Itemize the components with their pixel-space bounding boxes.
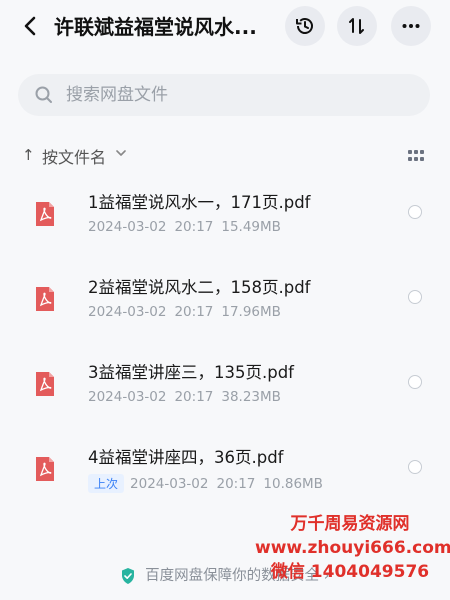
select-radio[interactable] bbox=[408, 205, 422, 219]
history-icon bbox=[296, 18, 313, 34]
sort-toggle-button[interactable] bbox=[337, 6, 377, 46]
file-name: 3益福堂讲座三，135页.pdf bbox=[88, 363, 294, 382]
search-icon bbox=[35, 86, 52, 103]
watermark: 万千周易资源网 www.zhouyi666.com 微信 1404049576 bbox=[255, 512, 450, 584]
grid-view-icon[interactable] bbox=[408, 150, 424, 162]
file-time: 20:17 bbox=[216, 476, 256, 492]
file-size: 10.86MB bbox=[263, 476, 323, 492]
more-button[interactable] bbox=[391, 6, 431, 46]
file-date: 2024-03-02 bbox=[88, 304, 167, 320]
sort-arrow-icon[interactable]: ↑ bbox=[22, 146, 35, 164]
watermark-line: 万千周易资源网 bbox=[290, 514, 410, 534]
file-row[interactable]: 4益福堂讲座四，36页.pdf 上次 2024-03-02 20:17 10.86MB bbox=[0, 427, 450, 512]
pdf-file-icon bbox=[36, 287, 54, 311]
top-bar: 许联斌益福堂说风水... bbox=[0, 0, 450, 54]
watermark-line: www.zhouyi666.com bbox=[255, 538, 450, 558]
file-row[interactable]: 2益福堂说风水二，158页.pdf 2024-03-02 20:17 17.96MB bbox=[0, 257, 450, 342]
select-radio[interactable] bbox=[408, 375, 422, 389]
file-meta: 2024-03-02 20:17 38.23MB bbox=[88, 389, 281, 405]
pdf-file-icon bbox=[36, 202, 54, 226]
file-row[interactable]: 1益福堂说风水一，171页.pdf 2024-03-02 20:17 15.49MB bbox=[0, 172, 450, 257]
file-list: 1益福堂说风水一，171页.pdf 2024-03-02 20:17 15.49MB… bbox=[0, 172, 450, 512]
file-size: 15.49MB bbox=[221, 219, 281, 235]
file-size: 38.23MB bbox=[221, 389, 281, 405]
file-time: 20:17 bbox=[174, 304, 214, 320]
select-radio[interactable] bbox=[408, 290, 422, 304]
chevron-left-icon[interactable] bbox=[18, 13, 44, 39]
shield-icon bbox=[122, 568, 135, 584]
last-opened-badge: 上次 bbox=[88, 474, 125, 493]
page-title: 许联斌益福堂说风水... bbox=[54, 15, 257, 39]
file-name: 1益福堂说风水一，171页.pdf bbox=[88, 193, 311, 212]
watermark-line: 微信 1404049576 bbox=[270, 562, 430, 582]
file-date: 2024-03-02 bbox=[88, 389, 167, 405]
chevron-down-icon[interactable] bbox=[116, 149, 126, 157]
file-name: 2益福堂说风水二，158页.pdf bbox=[88, 278, 311, 297]
file-date: 2024-03-02 bbox=[88, 219, 167, 235]
more-horizontal-icon bbox=[402, 24, 420, 28]
file-name: 4益福堂讲座四，36页.pdf bbox=[88, 448, 284, 467]
search-placeholder: 搜索网盘文件 bbox=[66, 85, 168, 105]
file-meta: 2024-03-02 20:17 15.49MB bbox=[88, 219, 281, 235]
file-date: 2024-03-02 bbox=[130, 476, 209, 492]
file-time: 20:17 bbox=[174, 219, 214, 235]
history-button[interactable] bbox=[285, 6, 325, 46]
pdf-file-icon bbox=[36, 457, 54, 481]
search-input[interactable]: 搜索网盘文件 bbox=[18, 74, 430, 116]
file-meta: 上次 2024-03-02 20:17 10.86MB bbox=[88, 474, 323, 493]
file-meta: 2024-03-02 20:17 17.96MB bbox=[88, 304, 281, 320]
sort-label[interactable]: 按文件名 bbox=[42, 144, 106, 168]
sort-bar: ↑ 按文件名 bbox=[0, 140, 450, 172]
file-size: 17.96MB bbox=[221, 304, 281, 320]
pdf-file-icon bbox=[36, 372, 54, 396]
file-row[interactable]: 3益福堂讲座三，135页.pdf 2024-03-02 20:17 38.23MB bbox=[0, 342, 450, 427]
file-time: 20:17 bbox=[174, 389, 214, 405]
sort-toggle-icon bbox=[349, 18, 364, 34]
select-radio[interactable] bbox=[408, 460, 422, 474]
